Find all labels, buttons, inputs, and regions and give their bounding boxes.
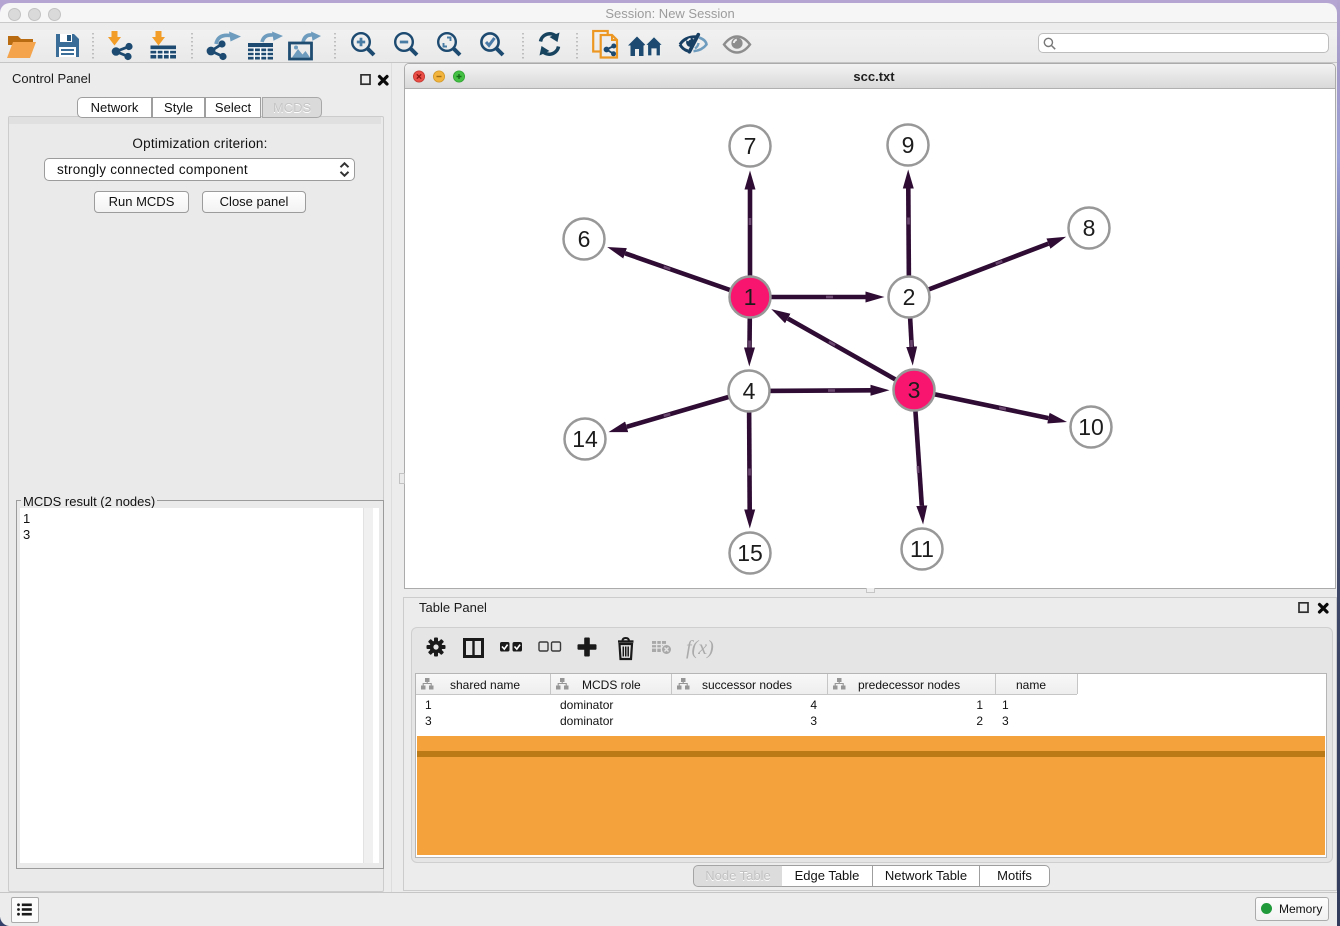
svg-text:7: 7 (744, 133, 757, 159)
svg-text:10: 10 (1078, 414, 1104, 440)
svg-text:14: 14 (572, 426, 598, 452)
svg-text:9: 9 (902, 132, 915, 158)
svg-text:3: 3 (908, 377, 921, 403)
svg-text:15: 15 (737, 540, 763, 566)
svg-text:1: 1 (744, 284, 757, 310)
svg-text:11: 11 (910, 536, 934, 562)
svg-text:8: 8 (1083, 215, 1096, 241)
svg-text:f(x): f(x) (686, 637, 714, 659)
svg-text:2: 2 (903, 284, 916, 310)
svg-text:6: 6 (578, 226, 591, 252)
svg-text:4: 4 (743, 378, 756, 404)
